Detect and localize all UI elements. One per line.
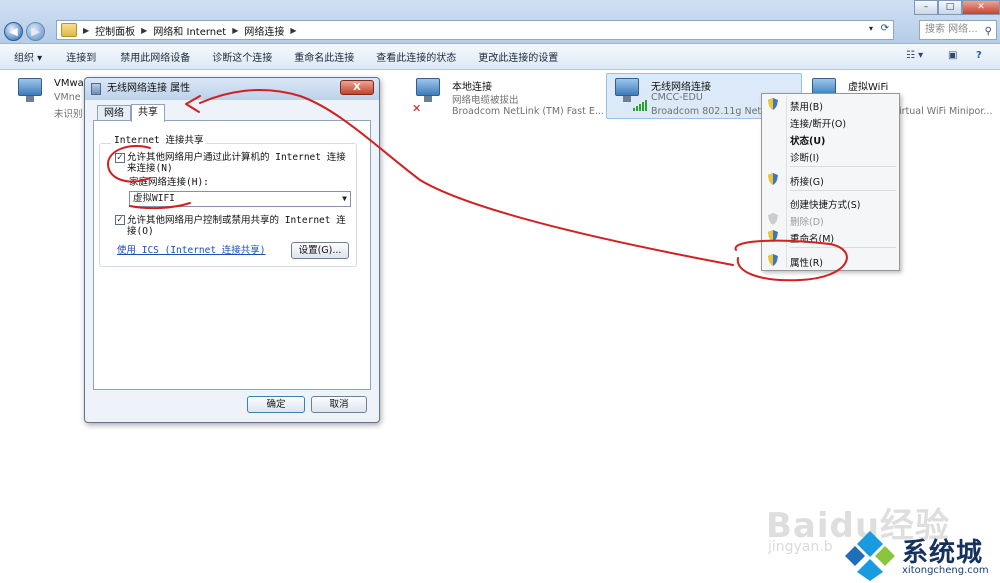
menu-item-disable[interactable]: 禁用(B) — [790, 99, 823, 113]
menu-item-diagnose[interactable]: 诊断(I) — [790, 150, 819, 164]
toolbar-diagnose[interactable]: 诊断这个连接 — [212, 49, 294, 64]
search-placeholder: 搜索 网络... — [925, 24, 978, 35]
minimize-button[interactable]: – — [914, 0, 938, 15]
uac-shield-icon — [768, 173, 778, 185]
menu-item-status[interactable]: 状态(U) — [790, 133, 825, 147]
allow-control-label: 允许其他网络用户控制或禁用共享的 Internet 连 — [127, 215, 346, 226]
xitongcheng-watermark: 系统城 — [902, 538, 984, 568]
connection-device: Broadcom 802.11g Netw — [651, 106, 769, 117]
forward-arrow-icon[interactable]: ▶ — [26, 22, 45, 41]
signal-bars-icon — [633, 100, 647, 111]
connection-name: 本地连接 — [452, 82, 492, 93]
menu-separator — [790, 247, 896, 248]
maximize-button[interactable]: □ — [938, 0, 962, 15]
search-icon[interactable]: ⚲ — [985, 23, 992, 41]
cancel-button[interactable]: 取消 — [311, 396, 367, 413]
allow-control-checkbox[interactable]: ✓ — [115, 215, 125, 225]
breadcrumb-item[interactable]: 控制面板 — [95, 23, 135, 38]
home-network-select[interactable]: 虚拟WIFI ▼ — [129, 191, 351, 207]
chevron-down-icon[interactable]: ▾ — [869, 24, 873, 33]
menu-separator — [790, 166, 896, 167]
toolbar-rename[interactable]: 重命名此连接 — [294, 49, 376, 64]
command-toolbar: 组织 ▾ 连接到 禁用此网络设备 诊断这个连接 重命名此连接 查看此连接的状态 … — [0, 44, 1000, 70]
ok-button[interactable]: 确定 — [247, 396, 305, 413]
uac-shield-icon — [768, 230, 778, 242]
disconnected-x-icon: ✕ — [412, 102, 422, 115]
breadcrumb-item[interactable]: 网络连接 — [244, 23, 284, 38]
network-pc-icon — [14, 78, 44, 104]
home-network-value: 虚拟WIFI — [133, 193, 175, 204]
toolbar-disable-device[interactable]: 禁用此网络设备 — [120, 49, 212, 64]
uac-shield-icon — [768, 254, 778, 266]
back-arrow-icon[interactable]: ◀ — [4, 22, 23, 41]
window-close-button[interactable]: ✕ — [962, 0, 1000, 15]
connection-status: 网络电缆被拔出 — [452, 95, 519, 106]
allow-sharing-label-2: 来连接(N) — [127, 163, 173, 174]
menu-item-properties[interactable]: 属性(R) — [790, 255, 823, 269]
address-bar: – □ ✕ ◀ ▶ ▶ 控制面板 ▶ 网络和 Internet ▶ 网络连接 ▶… — [0, 0, 1000, 44]
menu-separator — [790, 190, 896, 191]
menu-item-connect[interactable]: 连接/断开(O) — [790, 116, 846, 130]
toolbar-organize[interactable]: 组织 ▾ — [14, 49, 66, 64]
settings-button[interactable]: 设置(G)... — [291, 242, 349, 259]
network-adapter-icon — [91, 83, 101, 95]
breadcrumb[interactable]: ▶ 控制面板 ▶ 网络和 Internet ▶ 网络连接 ▶ ▾ ⟳ — [56, 20, 894, 40]
connection-name: 无线网络连接 — [651, 82, 711, 93]
xitongcheng-url: xitongcheng.com — [902, 565, 989, 576]
menu-item-bridge[interactable]: 桥接(G) — [790, 174, 824, 188]
allow-control-label-2: 接(O) — [127, 226, 154, 237]
allow-sharing-label: 允许其他网络用户通过此计算机的 Internet 连接 — [127, 152, 346, 163]
chevron-right-icon: ▶ — [141, 25, 148, 35]
menu-item-rename[interactable]: 重命名(M) — [790, 231, 834, 245]
chevron-right-icon: ▶ — [83, 25, 90, 35]
tab-sharing[interactable]: 共享 — [131, 104, 165, 122]
uac-shield-icon — [768, 98, 778, 110]
toolbar-connect-to[interactable]: 连接到 — [66, 49, 120, 64]
menu-item-delete[interactable]: 删除(D) — [790, 214, 824, 228]
ics-help-link[interactable]: 使用 ICS (Internet 连接共享) — [117, 242, 266, 256]
breadcrumb-item[interactable]: 网络和 Internet — [153, 23, 226, 38]
connection-device: irtual WiFi Minipor... — [899, 106, 993, 117]
connection-device: 未识别 — [54, 109, 83, 120]
dialog-titlebar[interactable]: 无线网络连接 属性 X — [85, 78, 379, 100]
refresh-icon[interactable]: ⟳ — [881, 23, 889, 34]
toolbar-view-status[interactable]: 查看此连接的状态 — [376, 49, 478, 64]
chevron-down-icon: ▼ — [342, 194, 347, 203]
connection-name: VMwa — [54, 78, 84, 89]
search-input[interactable]: 搜索 网络... ⚲ — [919, 20, 997, 40]
help-icon[interactable]: ? — [976, 50, 982, 61]
network-pc-icon — [412, 78, 442, 104]
menu-item-shortcut[interactable]: 创建快捷方式(S) — [790, 197, 860, 211]
connection-name: 虚拟WiFi — [848, 82, 889, 93]
allow-sharing-checkbox[interactable]: ✓ — [115, 153, 125, 163]
properties-dialog: 无线网络连接 属性 X 网络 共享 Internet 连接共享 ✓ 允许其他网络… — [84, 77, 380, 423]
chevron-right-icon: ▶ — [232, 25, 239, 35]
view-options-icon[interactable]: ☷ ▾ — [906, 50, 923, 61]
jingyan-watermark: jingyan.b — [768, 539, 833, 555]
menu-gutter — [786, 96, 787, 268]
dialog-title: 无线网络连接 属性 — [107, 83, 191, 94]
uac-shield-icon — [768, 213, 778, 225]
context-menu: 禁用(B) 连接/断开(O) 状态(U) 诊断(I) 桥接(G) 创建快捷方式(… — [761, 93, 900, 271]
preview-pane-icon[interactable]: ▣ — [948, 50, 957, 61]
connection-device: Broadcom NetLink (TM) Fast E... — [452, 106, 604, 117]
connection-vmware[interactable]: VMwa VMne 未识别 — [14, 74, 84, 120]
connection-status: VMne — [54, 92, 81, 103]
dialog-close-button[interactable]: X — [340, 80, 374, 95]
chevron-right-icon: ▶ — [290, 25, 297, 35]
connection-status: CMCC-EDU — [651, 92, 703, 103]
home-network-label: 家庭网络连接(H): — [129, 177, 209, 188]
connection-local[interactable]: ✕ 本地连接 网络电缆被拔出 Broadcom NetLink (TM) Fas… — [412, 74, 604, 120]
xitongcheng-logo-icon — [845, 531, 895, 581]
ics-group-title: Internet 连接共享 — [111, 132, 207, 146]
folder-icon — [61, 23, 77, 37]
toolbar-change-settings[interactable]: 更改此连接的设置 — [478, 49, 570, 64]
tab-network[interactable]: 网络 — [97, 105, 131, 121]
